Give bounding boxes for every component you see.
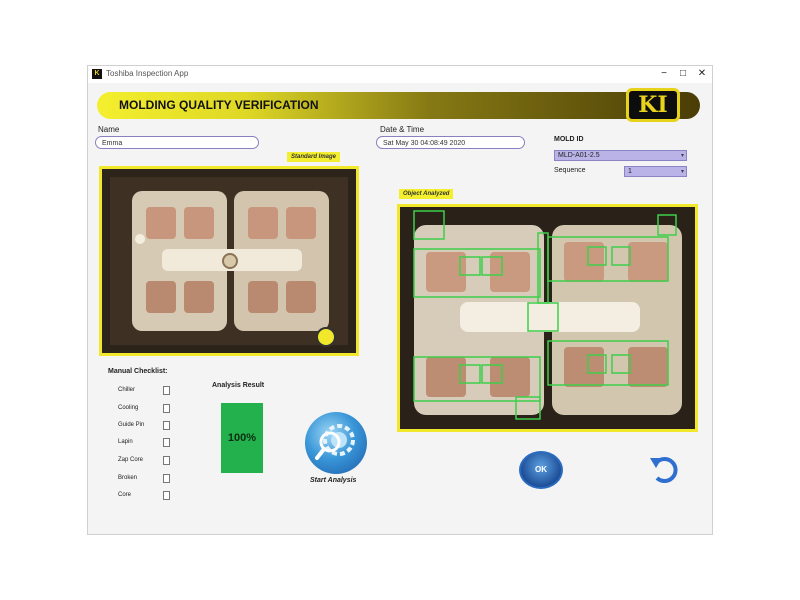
- mold-id-label: MOLD ID: [554, 136, 584, 143]
- name-field[interactable]: Emma: [95, 136, 259, 149]
- page-title: MOLDING QUALITY VERIFICATION: [119, 98, 319, 112]
- start-analysis-button[interactable]: [305, 412, 367, 474]
- app-icon: K: [92, 69, 102, 79]
- checklist-item-zap-core: Zap Core: [118, 457, 144, 463]
- checklist-item-guide-pin: Guide Pin: [118, 422, 145, 428]
- analysis-result-bar: 100%: [221, 403, 263, 473]
- analyzed-mold-photo: [400, 207, 695, 429]
- checklist-item-chiller: Chiller: [118, 387, 136, 393]
- chevron-down-icon: ▾: [680, 169, 684, 175]
- gear-magnifier-icon: [315, 424, 355, 460]
- checkbox-core[interactable]: [163, 491, 170, 500]
- standard-image-tag: Standard Image: [287, 152, 341, 162]
- datetime-field[interactable]: Sat May 30 04:08:49 2020: [376, 136, 525, 149]
- checkbox-guide-pin[interactable]: [163, 421, 170, 430]
- undo-icon: [650, 457, 678, 483]
- ki-logo: KI: [626, 88, 680, 122]
- mold-id-value: MLD-A01-2.5: [558, 152, 600, 159]
- standard-image: [99, 166, 359, 356]
- mold-id-select[interactable]: MLD-A01-2.5 ▾: [554, 150, 687, 161]
- standard-mold-photo: [102, 169, 356, 353]
- object-analyzed-image: [397, 204, 698, 432]
- checklist-item-cooling: Cooling: [118, 405, 139, 411]
- object-image-tag: Object Analyzed: [399, 189, 454, 199]
- checkbox-chiller[interactable]: [163, 386, 170, 395]
- minimize-button[interactable]: −: [656, 68, 672, 79]
- datetime-label: Date & Time: [380, 125, 425, 134]
- app-window: K Toshiba Inspection App − □ ✕ MOLDING Q…: [87, 65, 713, 535]
- title-bar: K Toshiba Inspection App − □ ✕: [88, 66, 712, 83]
- sequence-select[interactable]: 1 ▾: [624, 166, 687, 177]
- sequence-label: Sequence: [554, 167, 586, 174]
- checkbox-lapin[interactable]: [163, 438, 170, 447]
- close-button[interactable]: ✕: [694, 68, 710, 79]
- start-analysis-label: Start Analysis: [310, 477, 357, 484]
- chevron-down-icon: ▾: [680, 153, 684, 159]
- sequence-value: 1: [628, 168, 632, 175]
- ok-button[interactable]: OK: [519, 451, 563, 489]
- restore-button[interactable]: □: [675, 68, 691, 79]
- name-label: Name: [98, 125, 120, 134]
- checkbox-broken[interactable]: [163, 474, 170, 483]
- checklist-item-broken: Broken: [118, 475, 138, 481]
- checklist-item-lapin: Lapin: [118, 439, 133, 445]
- manual-checklist-title: Manual Checklist:: [108, 368, 168, 375]
- analysis-result-title: Analysis Result: [212, 382, 265, 389]
- undo-button[interactable]: [648, 452, 682, 486]
- checklist-item-core: Core: [118, 492, 132, 498]
- header-banner: MOLDING QUALITY VERIFICATION: [97, 92, 700, 119]
- window-title: Toshiba Inspection App: [106, 69, 189, 78]
- checkbox-cooling[interactable]: [163, 404, 170, 413]
- checkbox-zap-core[interactable]: [163, 456, 170, 465]
